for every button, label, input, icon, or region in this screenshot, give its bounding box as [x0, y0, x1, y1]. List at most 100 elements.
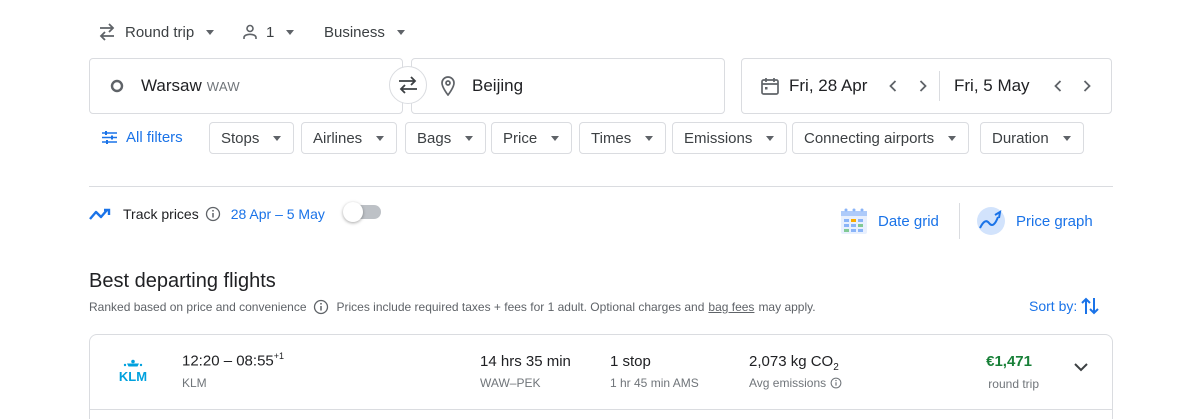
toggle-knob [343, 202, 363, 222]
bag-fees-link[interactable]: bag fees [708, 300, 754, 314]
passengers-select[interactable]: 1 [242, 21, 295, 43]
trend-icon [89, 207, 113, 221]
info-icon[interactable] [205, 206, 221, 222]
calendar-icon [760, 76, 780, 96]
flight-times-text: 12:20 – 08:55 [182, 352, 274, 370]
all-filters-button[interactable]: All filters [101, 126, 183, 148]
swap-locations-button[interactable] [389, 66, 427, 104]
flight-layover: 1 hr 45 min AMS [610, 376, 699, 390]
price-graph-icon [976, 206, 1006, 236]
results-title: Best departing flights [89, 270, 276, 292]
caret-down-icon [551, 135, 560, 141]
flight-times: 12:20 – 08:55+1 [182, 351, 284, 370]
airline-name: KLM [182, 376, 207, 390]
sort-by-button[interactable]: Sort by: [1029, 296, 1099, 316]
info-icon[interactable] [313, 299, 329, 315]
caret-down-icon [1062, 135, 1071, 141]
origin-circle-icon [110, 79, 124, 93]
chip-label: Price [503, 129, 538, 147]
return-date[interactable]: Fri, 5 May [954, 76, 1042, 96]
ranked-note: Ranked based on price and convenience [89, 300, 307, 314]
swap-arrows-icon [97, 23, 117, 41]
swap-icon [397, 76, 419, 94]
trip-type-select[interactable]: Round trip [97, 21, 215, 43]
destination-city: Beijing [472, 76, 524, 95]
all-filters-label: All filters [126, 128, 183, 146]
filter-chip-stops[interactable]: Stops [209, 122, 295, 154]
emissions-text: 2,073 kg CO [749, 353, 834, 370]
track-prices-label: Track prices [123, 206, 199, 222]
section-divider [89, 186, 1113, 187]
flight-price: €1,471 [986, 353, 1032, 370]
filter-chip-duration[interactable]: Duration [980, 122, 1084, 154]
emissions-label: Avg emissions [749, 376, 827, 390]
caret-down-icon [465, 135, 474, 141]
day-offset: +1 [273, 351, 285, 361]
emissions-label-row: Avg emissions [749, 376, 842, 390]
price-graph-label: Price graph [1016, 212, 1093, 230]
chip-label: Bags [417, 129, 452, 147]
location-pin-icon [440, 76, 456, 96]
passengers-count: 1 [266, 23, 275, 41]
person-icon [242, 24, 258, 40]
price-graph-button[interactable]: Price graph [976, 204, 1093, 238]
origin-code: WAW [206, 78, 240, 94]
caret-down-icon [948, 135, 957, 141]
filter-chip-times[interactable]: Times [579, 122, 667, 154]
return-next-chevron-icon[interactable] [1077, 76, 1097, 96]
chip-label: Times [591, 129, 632, 147]
depart-date[interactable]: Fri, 28 Apr [789, 76, 881, 96]
destination-field[interactable]: Beijing [411, 58, 725, 114]
filter-chip-airlines[interactable]: Airlines [301, 122, 398, 154]
caret-down-icon [273, 135, 282, 141]
filter-chip-emissions[interactable]: Emissions [672, 122, 788, 154]
origin-city: Warsaw [141, 76, 202, 95]
filter-sliders-icon [101, 130, 118, 145]
caret-down-icon [376, 135, 385, 141]
price-label: round trip [988, 377, 1039, 391]
emissions-value: 2,073 kg CO2 [749, 353, 839, 373]
card-divider [90, 409, 1112, 410]
depart-next-chevron-icon[interactable] [913, 76, 933, 96]
depart-prev-chevron-icon[interactable] [883, 76, 903, 96]
filter-chip-bags[interactable]: Bags [405, 122, 487, 154]
caret-down-icon [206, 29, 215, 35]
chip-label: Emissions [684, 129, 753, 147]
filter-chip-connecting-airports[interactable]: Connecting airports [792, 122, 970, 154]
info-icon[interactable] [830, 377, 842, 389]
track-prices-toggle[interactable] [343, 202, 381, 222]
caret-down-icon [286, 29, 295, 35]
date-grid-icon [840, 207, 868, 235]
trip-type-label: Round trip [125, 23, 195, 41]
cabin-class-label: Business [324, 23, 385, 41]
caret-down-icon [766, 135, 775, 141]
prices-note: Prices include required taxes + fees for… [336, 300, 705, 314]
track-dates: 28 Apr – 5 May [230, 206, 325, 222]
emissions-subscript: 2 [833, 362, 839, 373]
track-prices-row: Track prices 28 Apr – 5 May [89, 202, 325, 226]
chip-label: Airlines [313, 129, 363, 147]
date-grid-button[interactable]: Date grid [840, 204, 939, 238]
chip-label: Connecting airports [804, 129, 935, 147]
date-divider [939, 71, 940, 101]
date-range-field: Fri, 28 Apr Fri, 5 May [741, 58, 1112, 114]
origin-field[interactable]: Warsaw WAW [89, 58, 403, 114]
caret-down-icon [396, 29, 405, 35]
chip-label: Duration [992, 129, 1049, 147]
flight-duration: 14 hrs 35 min [480, 353, 571, 370]
chip-label: Stops [221, 129, 260, 147]
flight-result-card[interactable]: KLM 12:20 – 08:55+1 KLM 14 hrs 35 min WA… [89, 334, 1113, 419]
prices-note-end: may apply. [758, 300, 816, 314]
filter-chip-price[interactable]: Price [491, 122, 573, 154]
results-subline: Ranked based on price and convenience Pr… [89, 298, 816, 316]
date-grid-label: Date grid [878, 212, 939, 230]
sort-by-label: Sort by: [1029, 298, 1078, 314]
klm-logo: KLM [114, 359, 152, 383]
caret-down-icon [645, 135, 654, 141]
cabin-class-select[interactable]: Business [324, 21, 405, 43]
tools-separator [959, 203, 960, 239]
return-prev-chevron-icon[interactable] [1048, 76, 1068, 96]
flight-stops: 1 stop [610, 353, 651, 370]
flight-route: WAW–PEK [480, 376, 541, 390]
expand-chevron-icon[interactable] [1074, 363, 1088, 372]
